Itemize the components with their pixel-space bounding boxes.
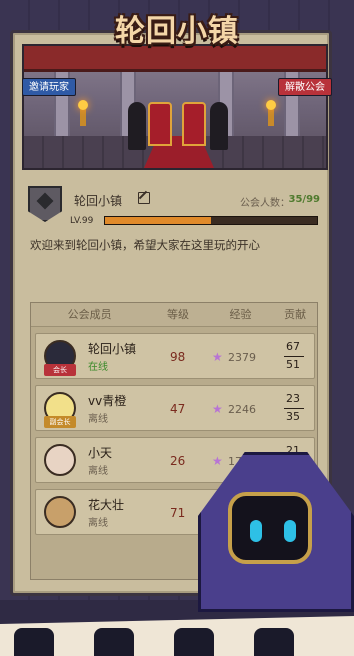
member-level: 47 [170,402,186,416]
invite-player-button[interactable]: 邀请玩家 [22,78,76,96]
member-name: 小天 [88,446,113,460]
throne [182,102,206,146]
guild-level-label: LV.99 [70,216,94,226]
star-icon: ★ [212,402,223,416]
contrib-top: 67 [286,340,300,353]
throne [148,102,172,146]
guild-name: 轮回小镇 [74,194,123,208]
member-level: 98 [170,350,186,364]
banner-glyph [174,628,214,656]
member-name: 轮回小镇 [88,342,137,356]
member-avatar [44,444,76,476]
member-table-header: 公会成员 等级 经验 贡献 [31,303,317,327]
header-contrib: 贡献 [284,308,307,321]
hooded-figure [128,102,146,150]
contrib-bottom: 51 [286,358,300,371]
banner-glyph [254,628,294,656]
member-row[interactable]: 副会长 vv青橙 离线 47 ★ 2246 23 35 [35,385,315,431]
member-avatar [44,496,76,528]
guild-emblem-icon [28,186,62,222]
torch-icon [266,100,276,126]
member-name: 花大壮 [88,498,125,512]
member-status: 离线 [88,414,108,425]
star-icon: ★ [212,350,223,364]
guild-notice: 欢迎来到轮回小镇，希望大家在这里玩的开心 [30,238,260,252]
contrib-top: 23 [286,392,300,405]
contrib-divider [284,356,304,357]
member-level: 71 [170,506,186,520]
mascot-face [228,492,312,564]
banner-glyph [94,628,134,656]
hooded-figure [210,102,228,150]
dissolve-guild-button[interactable]: 解散公会 [278,78,332,96]
header-level: 等级 [166,308,189,321]
torch-icon [78,100,88,126]
banner-glyph [14,628,54,656]
guild-level-bar [104,216,318,225]
edit-icon[interactable] [138,192,150,204]
member-status: 离线 [88,518,108,529]
mascot-eye [250,520,262,542]
member-status: 离线 [88,466,108,477]
role-badge: 会长 [44,364,76,376]
header-exp: 经验 [229,308,252,321]
member-level: 26 [170,454,186,468]
guild-level-fill [105,217,211,224]
hooded-mascot [198,452,354,612]
member-status: 在线 [88,362,108,373]
header-name: 公会成员 [67,308,112,321]
members-label: 公会人数： [240,198,290,209]
members-count: 35/99 [288,194,320,205]
title-area: 轮回小镇 [0,6,354,68]
contrib-bottom: 35 [286,410,300,423]
mascot-eye [284,520,296,542]
member-exp: 2379 [228,351,256,364]
game-title: 轮回小镇 [115,14,239,49]
member-exp: 2246 [228,403,256,416]
contrib-divider [284,408,304,409]
role-badge: 副会长 [44,416,76,428]
member-name: vv青橙 [88,394,127,408]
member-row[interactable]: 会长 轮回小镇 在线 98 ★ 2379 67 51 [35,333,315,379]
